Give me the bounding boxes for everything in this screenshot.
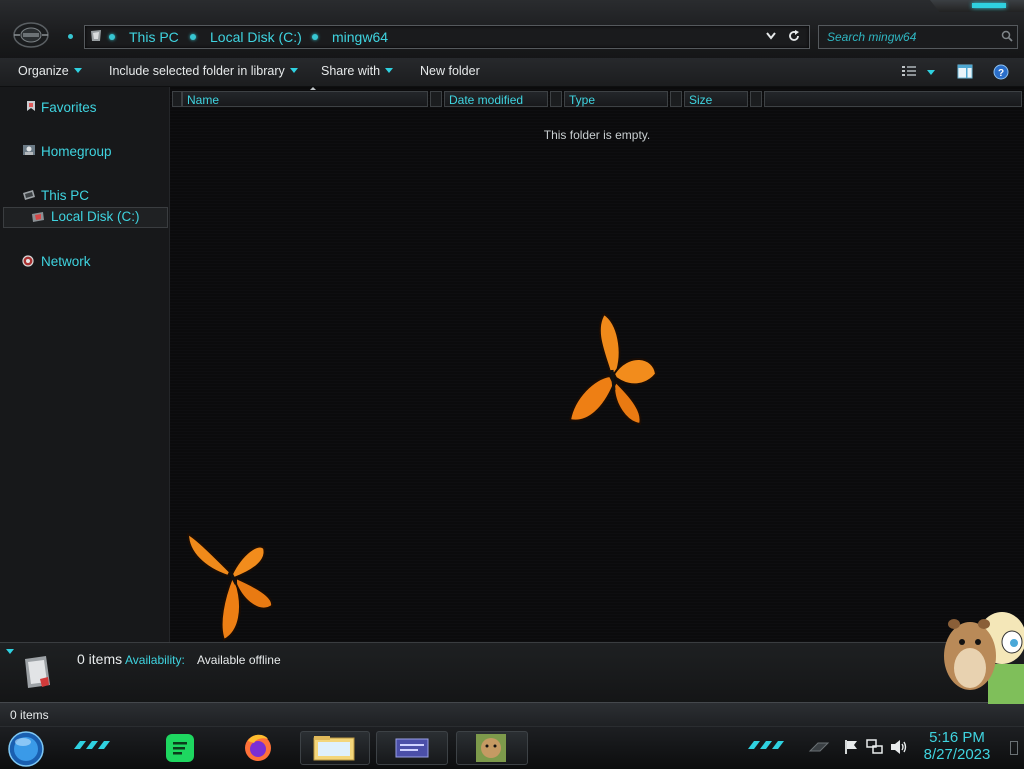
taskbar-decoration-left (74, 741, 110, 749)
sort-indicator-icon (310, 87, 316, 90)
file-explorer-taskbar-button[interactable] (300, 731, 370, 765)
status-item-count: 0 items (10, 708, 49, 722)
breadcrumb-mingw64[interactable]: mingw64 (332, 29, 388, 45)
breadcrumb-separator-icon (190, 34, 196, 40)
column-header-edge (172, 91, 182, 107)
column-header-name[interactable]: Name (182, 91, 428, 107)
breadcrumb-separator-icon (312, 34, 318, 40)
details-availability-value: Available offline (197, 653, 281, 667)
breadcrumb-this-pc[interactable]: This PC (129, 29, 179, 45)
view-options-icon[interactable] (901, 65, 917, 78)
column-divider[interactable] (550, 91, 562, 107)
details-availability-label: Availability: (125, 653, 185, 667)
column-header-date-modified[interactable]: Date modified (444, 91, 548, 107)
details-pane: 0 items Availability: Available offline (0, 642, 1024, 703)
clock-date: 8/27/2023 (923, 746, 991, 763)
butterfly-icon (568, 312, 658, 426)
column-headers: Name Date modified Type Size (170, 87, 1024, 110)
column-header-blank (764, 91, 1022, 107)
volume-icon[interactable] (890, 739, 908, 755)
folder-thumbnail-icon (25, 656, 50, 688)
organize-button[interactable]: Organize (18, 64, 82, 78)
new-folder-button[interactable]: New folder (420, 64, 480, 78)
search-icon[interactable] (1001, 30, 1013, 42)
view-options-dropdown-icon[interactable] (927, 70, 935, 75)
local-disk-icon (32, 212, 44, 222)
folder-location-icon (91, 30, 101, 41)
desktop-mascot-icon (944, 612, 1024, 704)
command-toolbar: Organize Include selected folder in libr… (0, 58, 1024, 87)
organize-dropdown-icon (73, 68, 82, 73)
butterfly-icon (186, 532, 274, 642)
nav-local-disk: Local Disk (C:) (51, 209, 140, 224)
preview-pane-icon[interactable] (957, 64, 973, 79)
clock-time: 5:16 PM (929, 729, 985, 746)
empty-folder-message: This folder is empty. (543, 128, 651, 142)
nav-homegroup[interactable]: Homegroup (41, 144, 112, 159)
organize-label: Organize (18, 64, 69, 78)
details-item-count: 0 items (77, 651, 123, 667)
share-dropdown-icon (385, 68, 394, 73)
clock[interactable]: 5:16 PM 8/27/2023 (916, 729, 998, 764)
network-tray-icon[interactable] (866, 739, 884, 755)
box-app-taskbar-button[interactable] (456, 731, 528, 765)
column-divider[interactable] (430, 91, 442, 107)
navigation-pane: Favorites Homegroup This PC Local Disk (… (0, 87, 170, 642)
show-desktop-button[interactable] (1010, 741, 1018, 755)
hamster-box-app-icon (476, 734, 506, 762)
firefox-app-icon[interactable] (242, 731, 274, 763)
include-dropdown-icon (289, 68, 298, 73)
action-center-flag-icon[interactable] (843, 739, 859, 755)
share-with-label: Share with (321, 64, 381, 78)
nav-local-disk-row[interactable]: Local Disk (C:) (3, 207, 168, 228)
spotify-app-icon[interactable] (164, 732, 196, 764)
file-explorer-icon (313, 736, 355, 761)
favorites-star-icon (27, 101, 35, 111)
window-app-icon (395, 738, 429, 758)
status-bar: 0 items (0, 702, 1024, 727)
nav-favorites[interactable]: Favorites (41, 100, 97, 115)
homegroup-icon (23, 145, 35, 155)
address-dropdown-chevron-icon[interactable] (766, 32, 776, 40)
breadcrumb-separator-icon (109, 34, 115, 40)
details-collapse-icon[interactable] (6, 649, 14, 654)
taskbar-decoration-right (748, 741, 784, 749)
app-taskbar-button[interactable] (376, 731, 448, 765)
nav-network[interactable]: Network (41, 254, 91, 269)
breadcrumb-local-disk[interactable]: Local Disk (C:) (210, 29, 302, 45)
include-in-library-button[interactable]: Include selected folder in library (109, 64, 298, 78)
show-hidden-icons-icon[interactable] (808, 741, 830, 753)
nav-this-pc[interactable]: This PC (41, 188, 89, 203)
column-header-type[interactable]: Type (564, 91, 668, 107)
column-header-size[interactable]: Size (684, 91, 748, 107)
svg-text:?: ? (998, 68, 1004, 79)
help-icon[interactable]: ? (993, 64, 1009, 80)
start-orb-icon[interactable] (6, 730, 46, 768)
back-forward-orb-icon[interactable] (12, 20, 50, 50)
search-input[interactable] (825, 28, 999, 46)
column-divider[interactable] (750, 91, 762, 107)
include-in-library-label: Include selected folder in library (109, 64, 285, 78)
network-icon (22, 255, 34, 267)
this-pc-icon (23, 190, 35, 200)
column-divider[interactable] (670, 91, 682, 107)
window-corner-decoration (930, 0, 1024, 12)
address-bar[interactable]: This PC Local Disk (C:) mingw64 (84, 25, 810, 49)
recent-locations-dot-icon[interactable] (68, 34, 73, 39)
search-box[interactable] (818, 25, 1018, 49)
taskbar: 5:16 PM 8/27/2023 (0, 726, 1024, 769)
share-with-button[interactable]: Share with (321, 64, 394, 78)
refresh-icon[interactable] (787, 29, 801, 43)
